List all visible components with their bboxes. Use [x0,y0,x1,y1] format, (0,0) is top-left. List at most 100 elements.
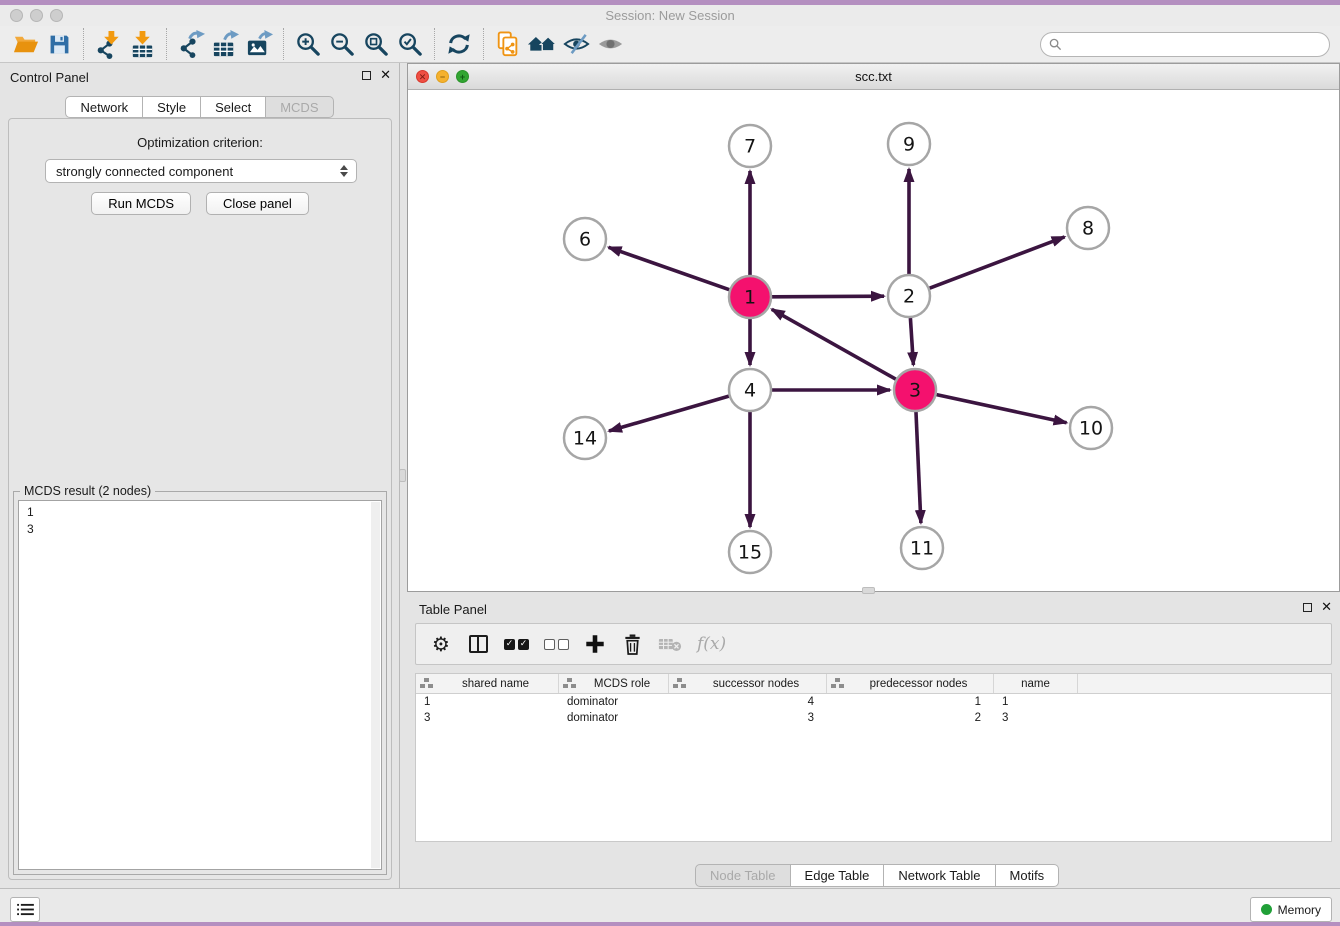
zoom-fit-icon [363,31,390,58]
zoom-out-button[interactable] [325,27,359,61]
graph-edge-2-3[interactable] [910,318,913,365]
export-table-button[interactable] [208,27,242,61]
tab-motifs[interactable]: Motifs [996,864,1060,887]
graph-edge-2-8[interactable] [930,237,1065,288]
export-table-icon [211,30,240,59]
graph-edge-3-11[interactable] [916,412,921,523]
graph-node-label-3: 3 [909,380,921,402]
close-panel-icon[interactable]: ✕ [380,69,391,81]
delete-table-button[interactable] [658,636,682,653]
cell-mcds-role: dominator [559,710,669,726]
network-graph[interactable]: 7968124314101511 [408,90,1339,591]
graph-edges[interactable] [609,169,1067,527]
graph-edge-4-14[interactable] [609,396,729,431]
refresh-button[interactable] [442,27,476,61]
hierarchy-icon [563,678,577,689]
column-settings-button[interactable]: ⚙ [430,634,452,654]
titlebar: Session: New Session [0,5,1340,26]
import-network-button[interactable] [91,27,125,61]
graph-edge-1-2[interactable] [772,296,884,297]
optimization-criterion-select[interactable]: strongly connected component [45,159,357,183]
tab-style[interactable]: Style [143,96,201,118]
deselect-all-button[interactable] [544,639,569,650]
graph-edge-3-1[interactable] [772,309,896,379]
delete-column-button[interactable] [621,633,643,656]
toolbar-separator [83,28,84,60]
import-table-button[interactable] [125,27,159,61]
column-header-shared-name[interactable]: shared name [416,674,559,693]
table-toolbar: ⚙ ✓✓ f(x) [415,623,1332,665]
hierarchy-icon [673,678,687,689]
graph-edge-3-10[interactable] [937,395,1067,423]
table-row[interactable]: 1 dominator 4 1 1 [416,694,1331,710]
hierarchy-icon [831,678,845,689]
toolbar-separator [434,28,435,60]
zoom-in-button[interactable] [291,27,325,61]
export-network-button[interactable] [174,27,208,61]
select-all-button[interactable]: ✓✓ [504,639,529,650]
tab-select[interactable]: Select [201,96,266,118]
close-table-panel-icon[interactable]: ✕ [1321,601,1332,613]
float-table-panel-icon[interactable] [1303,603,1312,612]
column-header-mcds-role[interactable]: MCDS role [559,674,669,693]
refresh-icon [446,31,472,57]
cell-name: 1 [994,694,1078,710]
zoom-selected-button[interactable] [393,27,427,61]
first-neighbors-button[interactable] [525,27,559,61]
checked-box-icon: ✓ [504,639,515,650]
network-canvas[interactable]: 7968124314101511 [408,90,1339,591]
tab-network[interactable]: Network [65,96,143,118]
float-panel-icon[interactable] [362,71,371,80]
mcds-result-list[interactable]: 1 3 [18,500,382,870]
zoom-fit-button[interactable] [359,27,393,61]
save-icon [47,32,72,57]
network-window-titlebar[interactable]: ✕ − + scc.txt [408,64,1339,90]
unchecked-box-icon [544,639,555,650]
vertical-splitter-grip[interactable] [399,469,406,482]
show-display-button[interactable] [593,27,627,61]
result-scrollbar[interactable] [371,502,380,868]
graph-node-label-8: 8 [1082,218,1094,240]
graph-node-label-6: 6 [579,229,591,251]
optimization-criterion-label: Optimization criterion: [9,135,391,150]
tab-network-table[interactable]: Network Table [884,864,995,887]
merge-columns-button[interactable] [467,635,489,653]
hide-display-button[interactable] [559,27,593,61]
window-title: Session: New Session [0,8,1340,23]
graph-edge-1-6[interactable] [609,247,730,289]
cell-mcds-role: dominator [559,694,669,710]
open-session-button[interactable] [8,27,42,61]
save-session-button[interactable] [42,27,76,61]
graph-node-label-11: 11 [910,538,934,560]
horizontal-splitter-grip[interactable] [862,587,875,594]
tab-mcds[interactable]: MCDS [266,96,333,118]
table-header-row: shared name MCDS role successor nodes pr… [416,674,1331,694]
graph-node-label-9: 9 [903,134,915,156]
window-frame-bottom [0,922,1340,926]
column-header-name[interactable]: name [994,674,1078,693]
column-header-successor-nodes[interactable]: successor nodes [669,674,827,693]
tab-edge-table[interactable]: Edge Table [791,864,885,887]
memory-button[interactable]: Memory [1250,897,1332,922]
duplicate-network-button[interactable] [491,27,525,61]
column-header-predecessor-nodes[interactable]: predecessor nodes [827,674,994,693]
open-folder-icon [12,31,39,58]
cell-shared-name: 1 [416,694,559,710]
add-column-button[interactable] [584,633,606,655]
graph-node-label-10: 10 [1079,418,1103,440]
table-row[interactable]: 3 dominator 3 2 3 [416,710,1331,726]
checked-box-icon: ✓ [518,639,529,650]
close-panel-button[interactable]: Close panel [206,192,309,215]
search-input[interactable] [1040,32,1330,57]
control-panel: Control Panel ✕ Network Style Select MCD… [0,63,400,888]
task-history-button[interactable] [10,897,40,922]
run-mcds-button[interactable]: Run MCDS [91,192,191,215]
trash-icon [622,633,643,656]
control-panel-tabs: Network Style Select MCDS [0,96,399,118]
memory-label: Memory [1278,903,1321,917]
export-image-button[interactable] [242,27,276,61]
function-builder-button[interactable]: f(x) [697,634,726,654]
tab-node-table[interactable]: Node Table [695,864,791,887]
search-icon [1049,38,1062,51]
node-table[interactable]: shared name MCDS role successor nodes pr… [415,673,1332,842]
